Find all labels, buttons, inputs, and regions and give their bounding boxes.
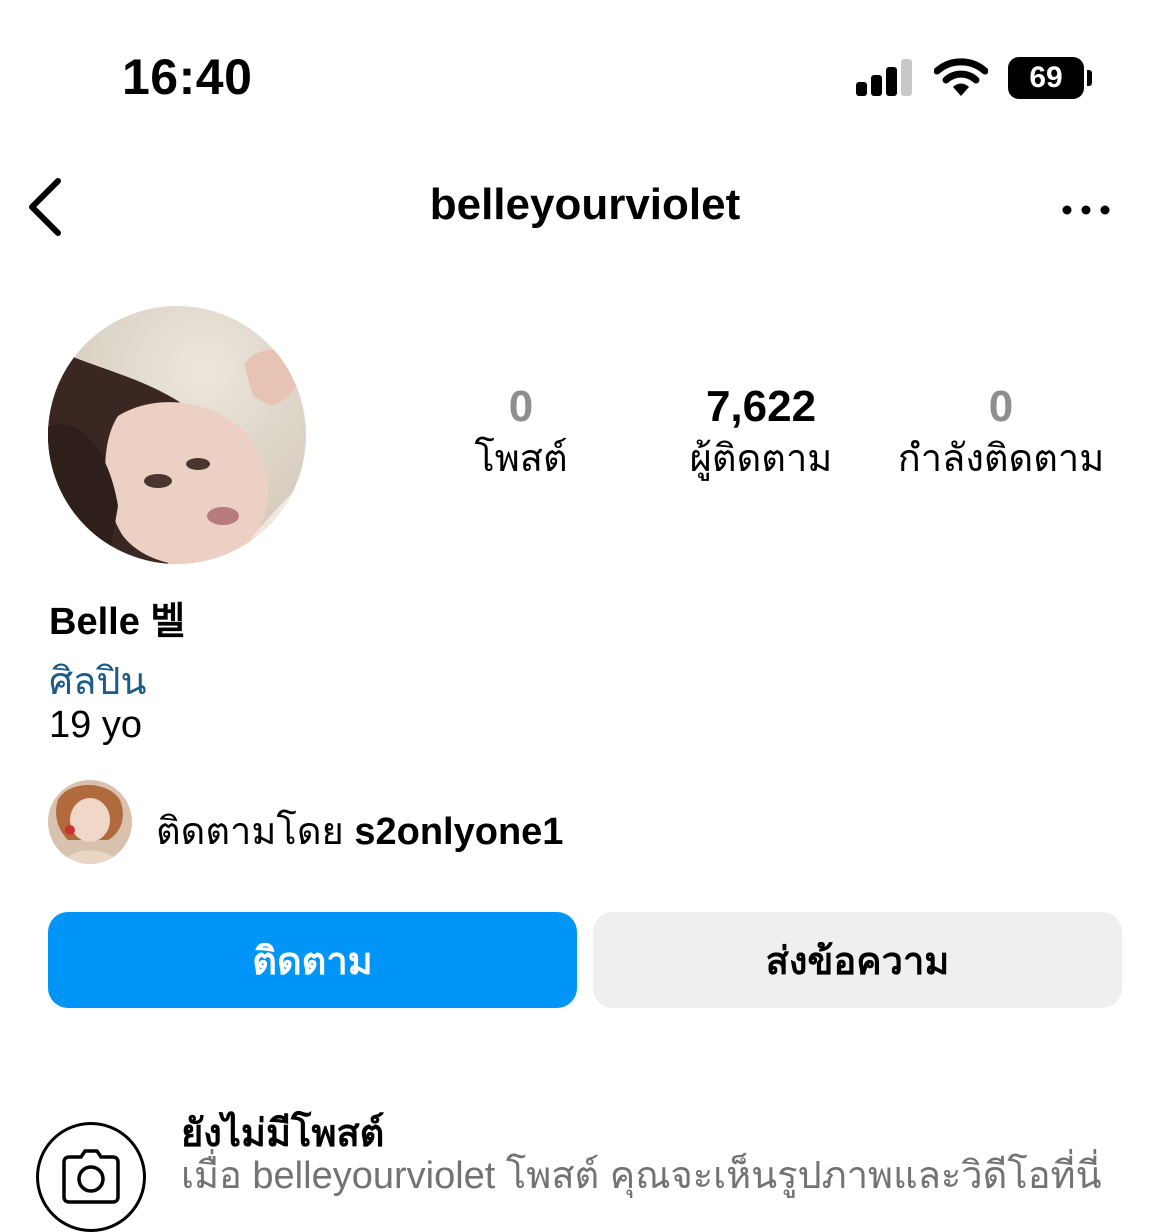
- stat-posts: 0 โพสต์: [441, 380, 601, 484]
- posts-label: โพสต์: [474, 438, 568, 480]
- camera-circle: [36, 1122, 146, 1232]
- followed-by-text[interactable]: ติดตามโดย s2onlyone1: [156, 800, 563, 861]
- cellular-signal-icon: [856, 58, 914, 96]
- avatar[interactable]: [48, 306, 306, 564]
- more-horizontal-icon[interactable]: [1058, 190, 1114, 230]
- followers-count: 7,622: [705, 382, 817, 431]
- battery-icon: 69: [1008, 57, 1092, 99]
- posts-count: 0: [508, 382, 534, 431]
- page-title: belleyourviolet: [429, 180, 741, 229]
- stat-following[interactable]: 0 กำลังติดตาม: [881, 380, 1121, 484]
- followers-label: ผู้ติดตาม: [689, 438, 833, 480]
- camera-icon: [62, 1149, 120, 1204]
- battery-level: 69: [1008, 57, 1084, 99]
- followed-by-avatar[interactable]: [48, 780, 132, 864]
- bio-text: 19 yo: [49, 704, 142, 746]
- following-count: 0: [988, 382, 1014, 431]
- followed-by-username: s2onlyone1: [354, 811, 564, 853]
- status-time: 16:40: [122, 49, 253, 105]
- follow-button[interactable]: ติดตาม: [48, 912, 577, 1008]
- followed-by-prefix: ติดตามโดย: [156, 811, 344, 853]
- following-label: กำลังติดตาม: [897, 438, 1105, 480]
- full-name: Belle 벨: [49, 601, 186, 643]
- message-button[interactable]: ส่งข้อความ: [593, 912, 1122, 1008]
- profile-category: ศิลปิน: [49, 661, 147, 703]
- stat-followers[interactable]: 7,622 ผู้ติดตาม: [661, 380, 861, 484]
- wifi-icon: [934, 58, 988, 96]
- no-posts-description: เมื่อ belleyourviolet โพสต์ คุณจะเห็นรูป…: [181, 1155, 1102, 1197]
